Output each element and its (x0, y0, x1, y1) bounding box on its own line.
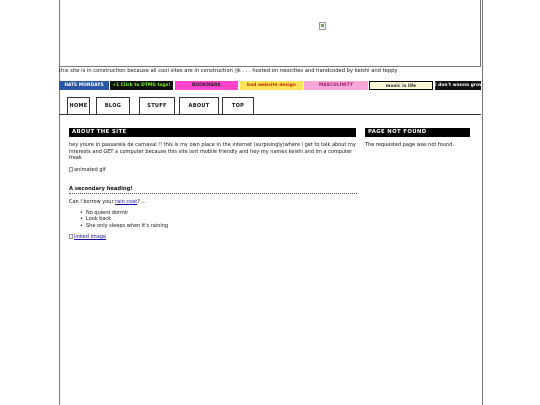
badge-button-hate-mondays[interactable]: HATE MONDAYS (59, 81, 109, 90)
badge-button-bad-website-design[interactable]: bad website design (240, 81, 303, 90)
borrow-suffix: ? ... (137, 199, 147, 205)
tab-home[interactable]: HOME (67, 97, 90, 115)
badge-button-bookmark[interactable]: BOOKMARK (175, 81, 238, 90)
badge-button-click-tags[interactable]: +1 Click to DTMG tags! (110, 81, 173, 90)
borrow-prefix: Can I borrow your (69, 199, 114, 205)
about-intro-text: hey youre in passarela de carnaval !! th… (69, 142, 356, 162)
tab-blog[interactable]: BLOG (96, 97, 130, 114)
linked-image-alt-text[interactable]: linked image (74, 234, 106, 240)
secondary-heading: A secondary heading! (69, 186, 133, 192)
heading-underline (69, 193, 357, 194)
tab-top[interactable]: TOP (222, 97, 254, 114)
broken-image-icon (319, 22, 326, 30)
tab-about[interactable]: ABOUT (179, 97, 219, 114)
broken-image-icon (69, 167, 73, 172)
rain-coat-link[interactable]: rain coat (115, 199, 137, 205)
borrow-sentence: Can I borrow your rain coat? ... (69, 199, 357, 206)
animated-gif-image: animated gif (69, 167, 106, 173)
badge-button-music-is-life[interactable]: music is life (369, 81, 433, 90)
bullet-list: No quiero dormir Look back She only slee… (80, 210, 168, 229)
button-wall: HATE MONDAYS +1 Click to DTMG tags! BOOK… (59, 81, 481, 90)
about-section-title: ABOUT THE SITE (69, 128, 356, 137)
header-banner (59, 0, 481, 67)
site-tagline: this site is in construction because all… (59, 68, 398, 74)
list-item: She only sleeps when it's raining (80, 223, 168, 229)
side-section-title: PAGE NOT FOUND (365, 128, 470, 137)
badge-button-dont-wanna-grow[interactable]: i don't wanna grow (435, 81, 481, 90)
linked-image[interactable]: linked image (69, 234, 106, 240)
badge-button-masculinity[interactable]: MASCULINITY (304, 81, 368, 90)
broken-image-icon (69, 234, 73, 239)
side-text: The requested page was not found. (365, 142, 454, 148)
tab-stuff[interactable]: STUFF (139, 97, 175, 114)
animated-gif-alt-text: animated gif (74, 167, 106, 173)
